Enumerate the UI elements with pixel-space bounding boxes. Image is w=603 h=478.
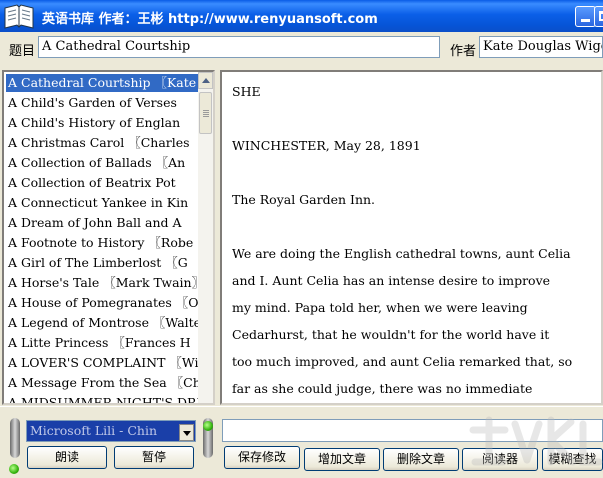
book-list-item[interactable]: A House of Pomegranates 〖Os [6, 294, 198, 312]
book-list-item[interactable]: A Dream of John Ball and A [6, 214, 198, 232]
book-list-scrollbar[interactable] [198, 72, 213, 403]
text-line: far as she could judge, there was no imm… [232, 381, 533, 396]
voice-select[interactable]: Microsoft Lili - Chin [26, 420, 196, 442]
text-line: The Royal Garden Inn. [232, 192, 376, 207]
maximize-icon [599, 11, 603, 21]
title-bar[interactable]: 英语书库 作者：王彬 http://www.renyuansoft.com [0, 0, 603, 32]
book-list-items: A Cathedral Courtship 〖Kate A Child's Gar… [4, 72, 198, 403]
book-icon [4, 4, 34, 29]
text-line: SHE [232, 84, 261, 99]
title-field[interactable]: A Cathedral Courtship [38, 36, 440, 58]
book-list-item[interactable]: A Cathedral Courtship 〖Kate [6, 74, 198, 92]
book-list-item[interactable]: A Message From the Sea 〖Cha [6, 374, 198, 392]
book-list-item[interactable]: A Connecticut Yankee in Kin [6, 194, 198, 212]
minimize-icon [581, 19, 590, 22]
voice-dropdown-button[interactable] [179, 424, 194, 441]
book-list-item[interactable]: A Footnote to History 〖Robe [6, 234, 198, 252]
grip-line [203, 112, 209, 113]
author-label: 作者 [450, 44, 477, 59]
green-light-icon [9, 464, 19, 474]
book-list-item[interactable]: A Litte Princess 〖Frances H [6, 334, 198, 352]
author-field[interactable]: Kate Douglas Wigg [479, 36, 603, 58]
book-list-item[interactable]: A Collection of Beatrix Pot [6, 174, 198, 192]
text-line: and I. Aunt Celia has an intense desire … [232, 273, 551, 288]
text-line: too much improved, and aunt Celia remark… [232, 354, 573, 369]
maximize-button[interactable] [594, 6, 603, 27]
book-list-item[interactable]: A Horse's Tale 〖Mark Twain〗 [6, 274, 198, 292]
grip-line [203, 116, 209, 117]
book-list-item[interactable]: A Collection of Ballads 〖An [6, 154, 198, 172]
book-list-item[interactable]: A Legend of Montrose 〖Walte [6, 314, 198, 332]
delete-article-button[interactable]: 删除文章 [383, 448, 459, 471]
green-light-icon [203, 421, 213, 431]
book-list-item[interactable]: A Christmas Carol 〖Charles [6, 134, 198, 152]
book-list[interactable]: A Cathedral Courtship 〖Kate A Child's Gar… [2, 70, 215, 405]
scroll-up-button[interactable] [198, 72, 213, 89]
read-button[interactable]: 朗读 [27, 446, 107, 469]
scroll-thumb[interactable] [199, 92, 212, 134]
add-article-button[interactable]: 增加文章 [304, 448, 380, 471]
text-line: WINCHESTER, May 28, 1891 [232, 138, 421, 153]
grip-line [203, 110, 209, 111]
pause-button[interactable]: 暂停 [114, 446, 194, 469]
text-line: We are doing the English cathedral towns… [232, 246, 571, 261]
watermark-logo-icon [469, 416, 603, 466]
title-label: 题目 [9, 44, 36, 59]
book-list-item[interactable]: A MIDSUMMER NIGHT'S DREAM 〖 [6, 394, 198, 403]
text-view[interactable]: SHE WINCHESTER, May 28, 1891 The Royal Gar… [220, 70, 603, 405]
chevron-down-icon [183, 431, 191, 436]
save-button[interactable]: 保存修改 [224, 446, 300, 469]
left-gauge [10, 418, 20, 458]
minimize-button[interactable] [575, 6, 596, 27]
book-list-item[interactable]: A Child's Garden of Verses [6, 94, 198, 112]
arrow-up-icon [202, 78, 210, 83]
text-line: Cedarhurst, that he wouldn't for the wor… [232, 327, 550, 342]
book-list-item[interactable]: A Girl of The Limberlost 〖G [6, 254, 198, 272]
window-title: 英语书库 作者：王彬 http://www.renyuansoft.com [42, 12, 378, 27]
book-list-item[interactable]: A LOVER'S COMPLAINT 〖Willia [6, 354, 198, 372]
book-list-item[interactable]: A Child's History of Englan [6, 114, 198, 132]
text-line: my mind. Papa told her, when we were lea… [232, 300, 528, 315]
grip-line [203, 114, 209, 115]
